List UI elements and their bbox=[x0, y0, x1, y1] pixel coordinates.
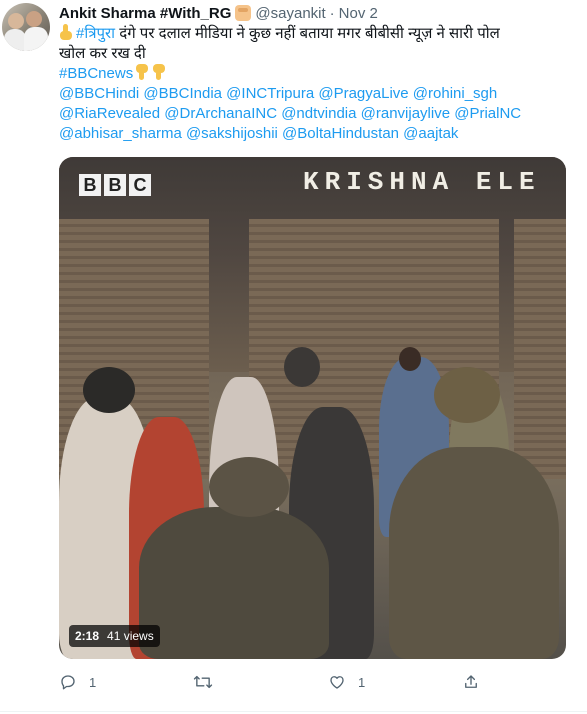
video-info-badge: 2:18 41 views bbox=[69, 625, 160, 647]
author-handle[interactable]: @sayankit bbox=[255, 5, 325, 22]
tweet-date[interactable]: Nov 2 bbox=[339, 5, 378, 22]
video-crowd-scene bbox=[59, 337, 566, 659]
hashtag-tripura[interactable]: #त्रिपुरा bbox=[76, 25, 115, 42]
pointing-down-emoji-icon bbox=[135, 64, 149, 80]
bbc-logo: B B C bbox=[79, 174, 151, 196]
tweet-actions: 1 1 bbox=[59, 673, 549, 697]
pointing-down-emoji-icon bbox=[152, 64, 166, 80]
video-duration: 2:18 bbox=[75, 629, 100, 643]
like-icon bbox=[330, 676, 344, 689]
divider bbox=[0, 711, 587, 712]
bbc-logo-letter: C bbox=[129, 174, 151, 196]
share-button[interactable] bbox=[462, 673, 480, 691]
bbc-logo-letter: B bbox=[79, 174, 101, 196]
mentions-line[interactable]: @RiaRevealed @DrArchanaINC @ndtvindia @r… bbox=[59, 105, 521, 122]
mentions-line[interactable]: @abhisar_sharma @sakshijoshii @BoltaHind… bbox=[59, 125, 458, 142]
video-views: 41 views bbox=[107, 629, 154, 643]
hashtag-bbcnews[interactable]: #BBCnews bbox=[59, 65, 133, 82]
reply-button[interactable]: 1 bbox=[59, 673, 96, 691]
author-name[interactable]: Ankit Sharma #With_RG bbox=[59, 5, 231, 22]
video-player[interactable]: B B C KRISHNA ELE 2:18 41 views bbox=[59, 157, 566, 659]
shop-sign: KRISHNA ELE bbox=[303, 167, 541, 197]
tweet-header: Ankit Sharma #With_RG @sayankit · Nov 2 bbox=[59, 3, 378, 23]
tweet-text: #त्रिपुरा दंगे पर दलाल मीडिया ने कुछ नही… bbox=[59, 24, 574, 144]
bbc-logo-letter: B bbox=[104, 174, 126, 196]
fist-emoji-icon bbox=[235, 5, 252, 21]
reply-icon bbox=[61, 675, 75, 690]
like-count: 1 bbox=[358, 674, 366, 690]
retweet-icon bbox=[193, 675, 213, 689]
pointing-up-emoji-icon bbox=[59, 24, 73, 40]
share-icon bbox=[465, 675, 477, 688]
tweet-text-line2: खोल कर रख दी bbox=[59, 45, 146, 62]
reply-count: 1 bbox=[89, 674, 97, 690]
retweet-button[interactable] bbox=[193, 673, 225, 691]
tweet[interactable]: Ankit Sharma #With_RG @sayankit · Nov 2 … bbox=[0, 0, 587, 714]
separator: · bbox=[329, 4, 335, 22]
mentions-line[interactable]: @BBCHindi @BBCIndia @INCTripura @PragyaL… bbox=[59, 85, 497, 102]
tweet-text-line1: दंगे पर दलाल मीडिया ने कुछ नहीं बताया मग… bbox=[115, 25, 500, 42]
avatar[interactable] bbox=[2, 3, 50, 51]
like-button[interactable]: 1 bbox=[328, 673, 365, 691]
